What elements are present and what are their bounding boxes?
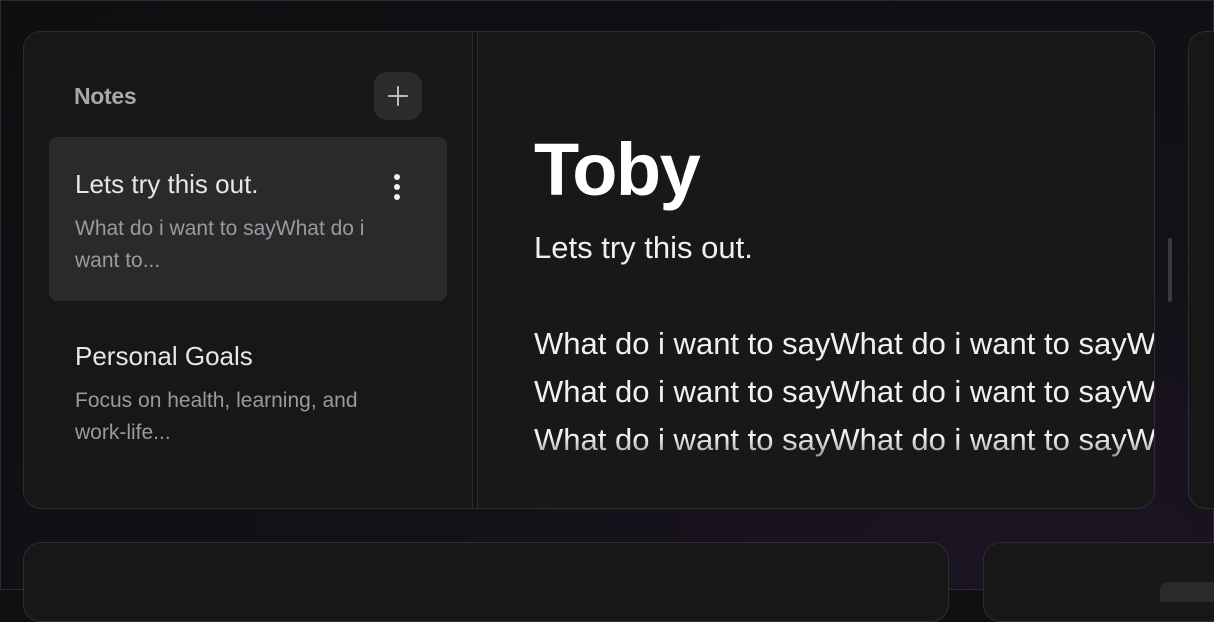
sidebar-title: Notes: [74, 83, 137, 109]
dot: [394, 184, 400, 190]
dot: [394, 194, 400, 200]
dot: [394, 174, 400, 180]
note-subheading[interactable]: Lets try this out.: [534, 230, 753, 266]
bottom-right-tab: [1160, 582, 1214, 602]
note-editor[interactable]: Toby Lets try this out. What do i want t…: [478, 32, 1154, 508]
note-preview: Focus on health, learning, and work-life…: [75, 389, 358, 444]
more-options-icon[interactable]: [385, 171, 409, 203]
note-list-item[interactable]: Lets try this out. What do i want to say…: [49, 137, 447, 301]
bottom-panel-left: [23, 542, 949, 622]
side-panel: [1188, 31, 1214, 509]
note-title: Personal Goals: [75, 341, 253, 371]
content-fade-overlay: [478, 438, 1154, 508]
editor-scrollbar[interactable]: [1168, 238, 1172, 302]
add-note-button[interactable]: [374, 72, 422, 120]
sidebar-header: Notes: [74, 72, 424, 124]
note-list-item[interactable]: Personal Goals Focus on health, learning…: [49, 309, 447, 473]
note-heading[interactable]: Toby: [534, 128, 701, 212]
note-preview: What do i want to sayWhat do i want to..…: [75, 217, 365, 272]
notes-panel: Notes Lets try this out. What do i want …: [23, 31, 1155, 509]
notes-sidebar: Notes Lets try this out. What do i want …: [24, 32, 472, 508]
plus-icon: [388, 86, 408, 106]
note-title: Lets try this out.: [75, 169, 259, 199]
